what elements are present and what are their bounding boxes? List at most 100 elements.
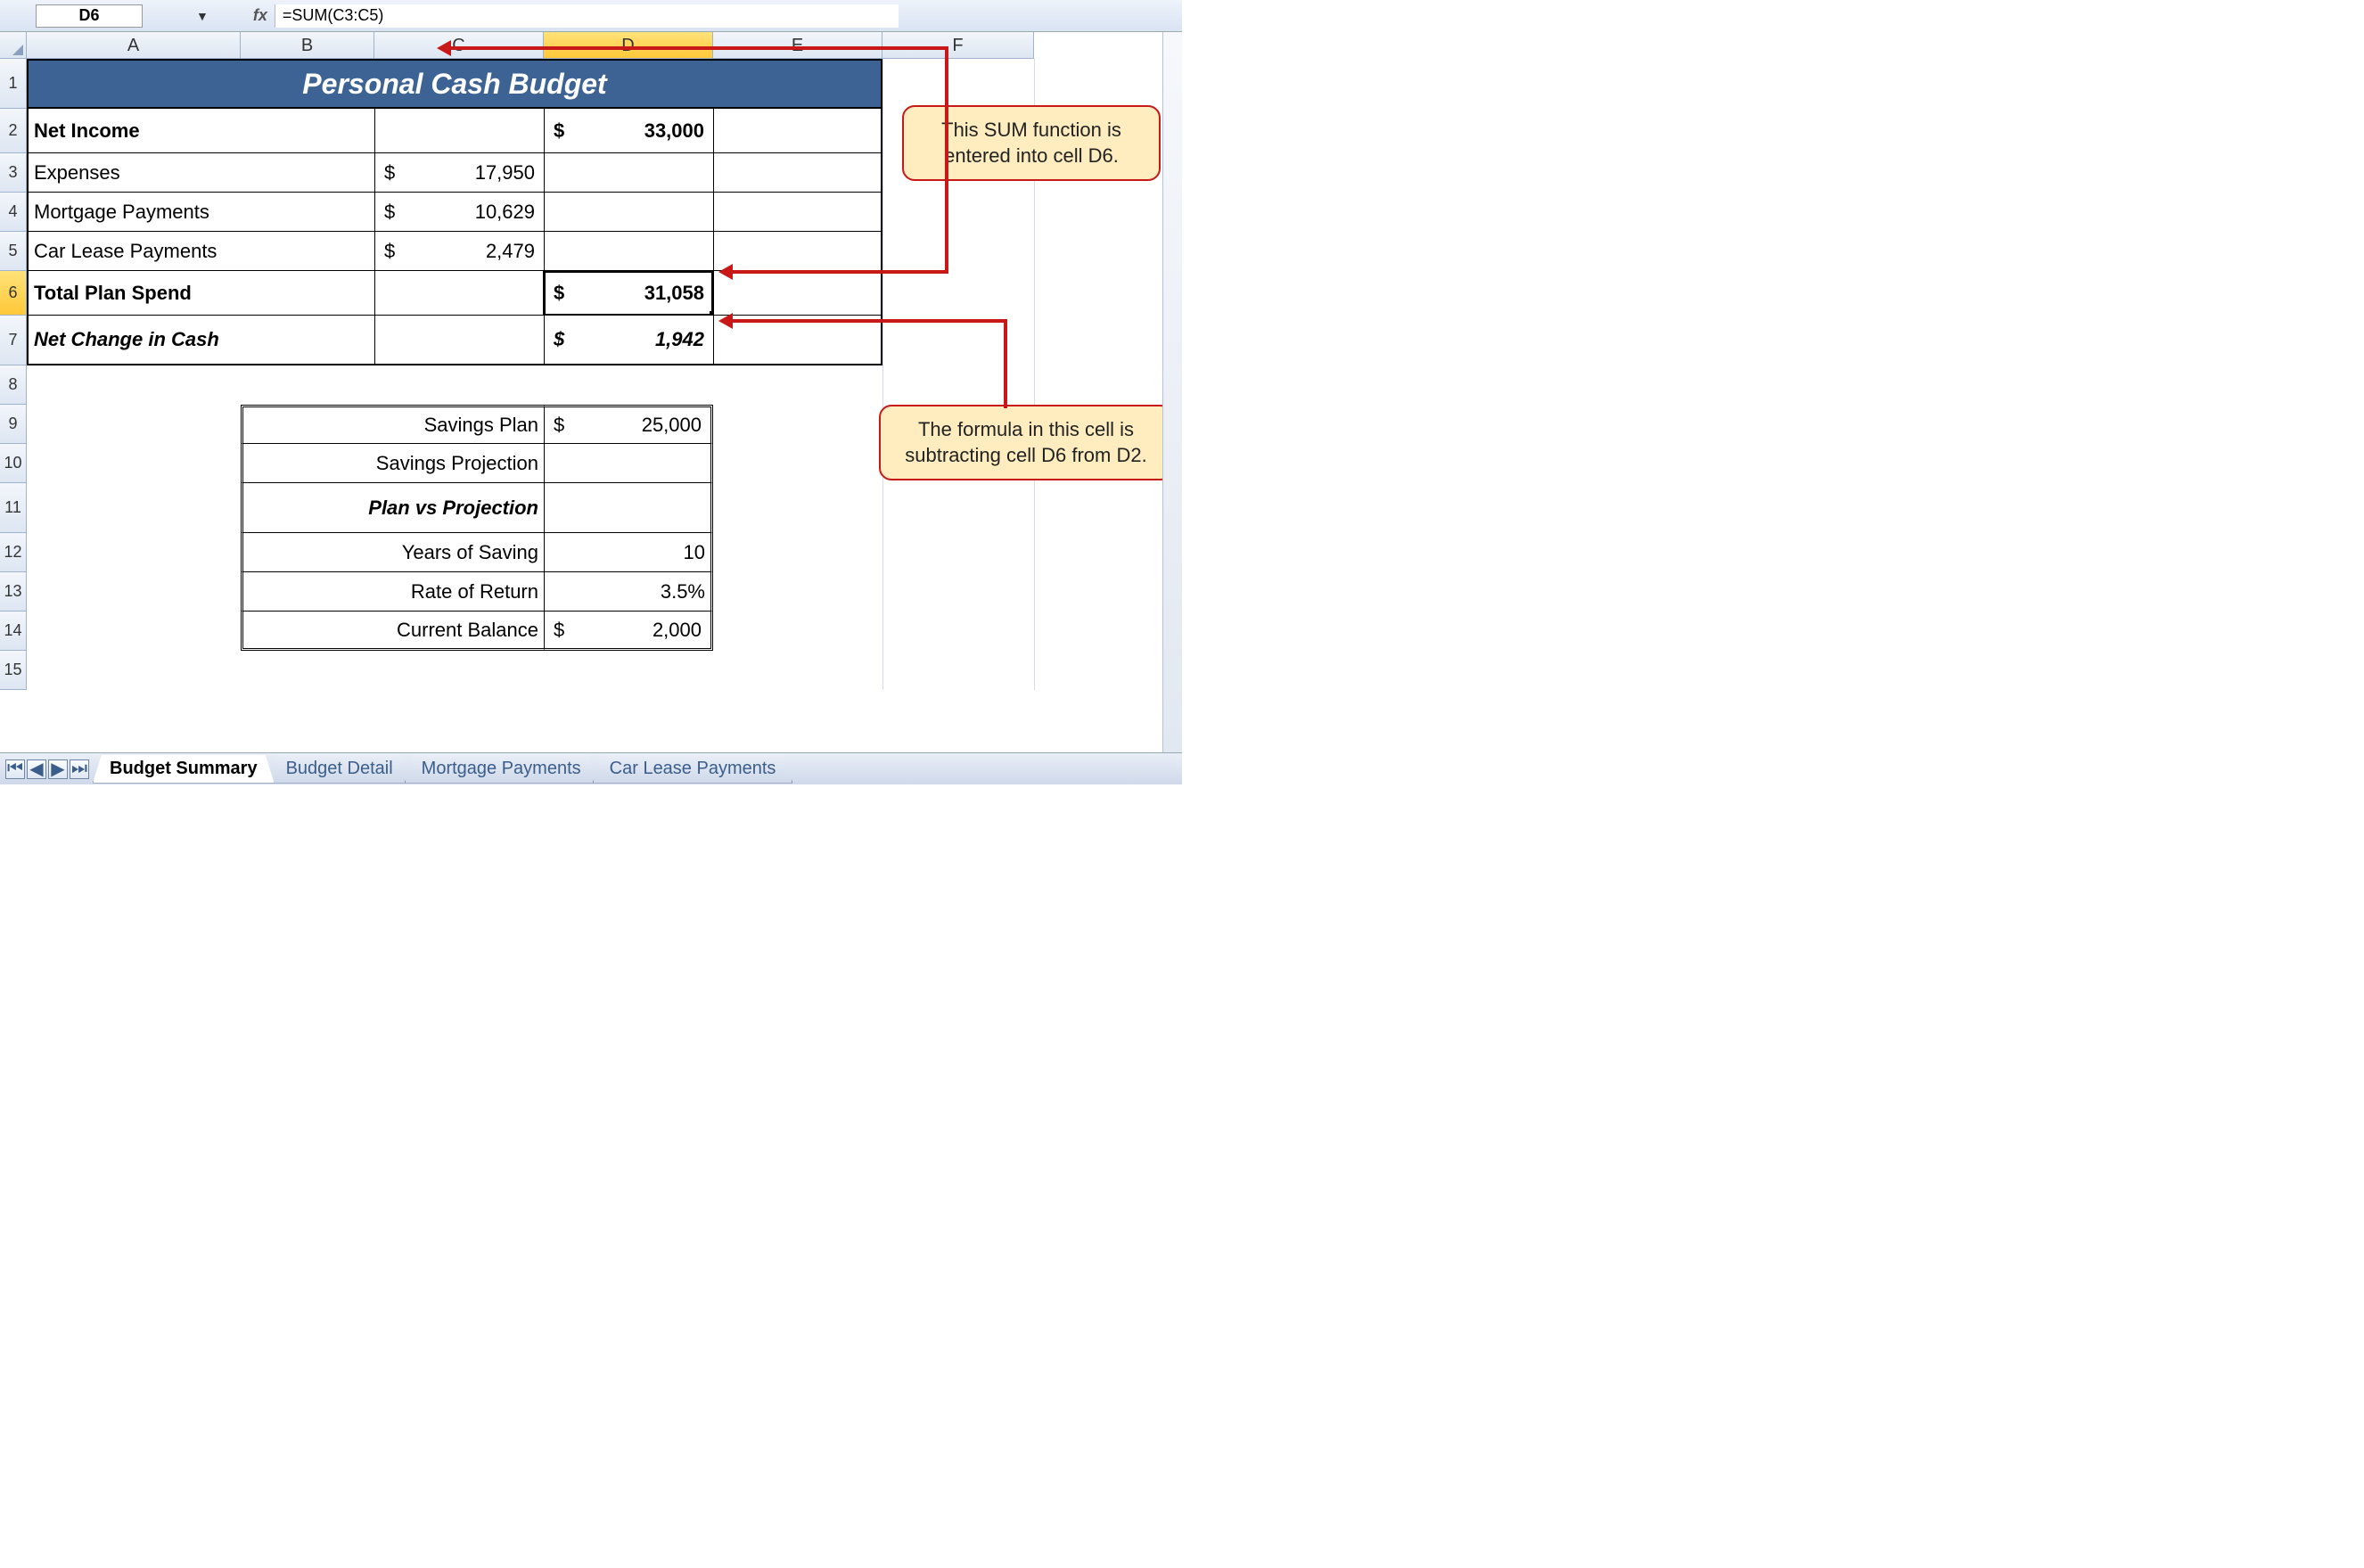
arrow2-h xyxy=(731,319,1007,323)
cell-e7[interactable] xyxy=(713,316,882,365)
arrow1-head1 xyxy=(437,40,451,56)
amt: 31,058 xyxy=(644,282,704,305)
callout-subtract-formula: The formula in this cell is subtracting … xyxy=(879,405,1173,480)
cell-c3[interactable]: $17,950 xyxy=(374,153,544,193)
col-header-f[interactable]: F xyxy=(882,32,1034,59)
row-header-5[interactable]: 5 xyxy=(0,232,27,271)
cell-e5[interactable] xyxy=(713,232,882,271)
cell-e4[interactable] xyxy=(713,193,882,232)
tab-budget-summary[interactable]: Budget Summary xyxy=(93,755,275,784)
row-headers: 1 2 3 4 5 6 7 8 9 10 11 12 13 14 15 xyxy=(0,59,27,690)
cell-bc12[interactable]: Years of Saving xyxy=(241,533,544,572)
cell-d7[interactable]: $1,942 xyxy=(544,316,713,365)
row-header-1[interactable]: 1 xyxy=(0,59,27,109)
row-header-13[interactable]: 13 xyxy=(0,572,27,612)
amt: 2,000 xyxy=(653,619,702,642)
namebox-dropdown-icon[interactable]: ▼ xyxy=(196,9,209,23)
cell-d3[interactable] xyxy=(544,153,713,193)
arrow2-v xyxy=(1004,319,1007,408)
col-header-e[interactable]: E xyxy=(713,32,882,59)
row-header-8[interactable]: 8 xyxy=(0,365,27,405)
cell-d10[interactable] xyxy=(544,444,713,483)
tab-budget-detail[interactable]: Budget Detail xyxy=(269,755,410,784)
formula-text: =SUM(C3:C5) xyxy=(283,6,384,25)
amt: 17,950 xyxy=(475,161,535,185)
cell-bc11[interactable]: Plan vs Projection xyxy=(241,483,544,533)
cell-d6[interactable]: $31,058 xyxy=(544,271,713,316)
cell-c7[interactable] xyxy=(374,316,544,365)
amt: 10,629 xyxy=(475,201,535,224)
cur: $ xyxy=(554,414,564,437)
cell-d5[interactable] xyxy=(544,232,713,271)
cell-e6[interactable] xyxy=(713,271,882,316)
row-header-11[interactable]: 11 xyxy=(0,483,27,533)
cell-a2[interactable]: Net Income xyxy=(27,109,374,153)
vertical-scrollbar[interactable] xyxy=(1162,32,1182,752)
cur: $ xyxy=(384,161,395,185)
cell-bc14[interactable]: Current Balance xyxy=(241,612,544,651)
cur: $ xyxy=(554,328,564,351)
fx-icon[interactable]: fx xyxy=(253,6,267,25)
row-header-14[interactable]: 14 xyxy=(0,612,27,651)
cell-e3[interactable] xyxy=(713,153,882,193)
cell-a4[interactable]: Mortgage Payments xyxy=(27,193,374,232)
cell-a5[interactable]: Car Lease Payments xyxy=(27,232,374,271)
row-header-7[interactable]: 7 xyxy=(0,316,27,365)
row-header-10[interactable]: 10 xyxy=(0,444,27,483)
amt: 25,000 xyxy=(642,414,702,437)
cell-c4[interactable]: $10,629 xyxy=(374,193,544,232)
col-header-a[interactable]: A xyxy=(27,32,241,59)
cell-c6[interactable] xyxy=(374,271,544,316)
formula-bar: D6 ▼ fx =SUM(C3:C5) xyxy=(0,0,1182,32)
tab-nav-first-icon[interactable]: ⏮ xyxy=(5,759,25,779)
name-box[interactable]: D6 xyxy=(36,4,143,28)
row-header-3[interactable]: 3 xyxy=(0,153,27,193)
cell-a3[interactable]: Expenses xyxy=(27,153,374,193)
cell-d2[interactable]: $33,000 xyxy=(544,109,713,153)
row-header-12[interactable]: 12 xyxy=(0,533,27,572)
tab-mortgage-payments[interactable]: Mortgage Payments xyxy=(405,755,598,784)
arrow1-v xyxy=(945,46,948,274)
cell-c5[interactable]: $2,479 xyxy=(374,232,544,271)
col-header-c[interactable]: C xyxy=(374,32,544,59)
arrow1-h2 xyxy=(731,270,948,274)
arrow1-h1 xyxy=(449,46,948,50)
cell-bc9[interactable]: Savings Plan xyxy=(241,405,544,444)
cell-d13[interactable]: 3.5% xyxy=(544,572,713,612)
row-header-9[interactable]: 9 xyxy=(0,405,27,444)
row-header-15[interactable]: 15 xyxy=(0,651,27,690)
arrow1-head2 xyxy=(718,264,733,280)
cell-d9[interactable]: $25,000 xyxy=(544,405,713,444)
amt: 2,479 xyxy=(486,240,535,263)
cell-a7[interactable]: Net Change in Cash xyxy=(27,316,374,365)
cell-d11[interactable] xyxy=(544,483,713,533)
row-header-4[interactable]: 4 xyxy=(0,193,27,232)
cell-d4[interactable] xyxy=(544,193,713,232)
row-header-2[interactable]: 2 xyxy=(0,109,27,153)
row-header-6[interactable]: 6 xyxy=(0,271,27,316)
cell-d12[interactable]: 10 xyxy=(544,533,713,572)
cur: $ xyxy=(554,282,564,305)
amt: 33,000 xyxy=(644,119,704,143)
cur: $ xyxy=(384,201,395,224)
formula-input[interactable]: =SUM(C3:C5) xyxy=(275,4,899,28)
select-all-corner[interactable] xyxy=(0,32,27,59)
cell-e2[interactable] xyxy=(713,109,882,153)
tab-nav-prev-icon[interactable]: ◀ xyxy=(27,759,46,779)
column-headers: A B C D E F xyxy=(27,32,1034,59)
cell-bc13[interactable]: Rate of Return xyxy=(241,572,544,612)
cell-bc10[interactable]: Savings Projection xyxy=(241,444,544,483)
row-8-blank[interactable] xyxy=(27,365,882,405)
tab-nav-last-icon[interactable]: ⏭ xyxy=(70,759,89,779)
cell-d14[interactable]: $2,000 xyxy=(544,612,713,651)
gridline-e xyxy=(882,59,883,690)
col-header-b[interactable]: B xyxy=(241,32,374,59)
cell-c2[interactable] xyxy=(374,109,544,153)
cell-a6[interactable]: Total Plan Spend xyxy=(27,271,374,316)
tab-nav-next-icon[interactable]: ▶ xyxy=(48,759,68,779)
title-cell[interactable]: Personal Cash Budget xyxy=(27,59,882,109)
cur: $ xyxy=(554,619,564,642)
col-header-d[interactable]: D xyxy=(544,32,713,59)
cur: $ xyxy=(384,240,395,263)
tab-car-lease-payments[interactable]: Car Lease Payments xyxy=(593,755,793,784)
